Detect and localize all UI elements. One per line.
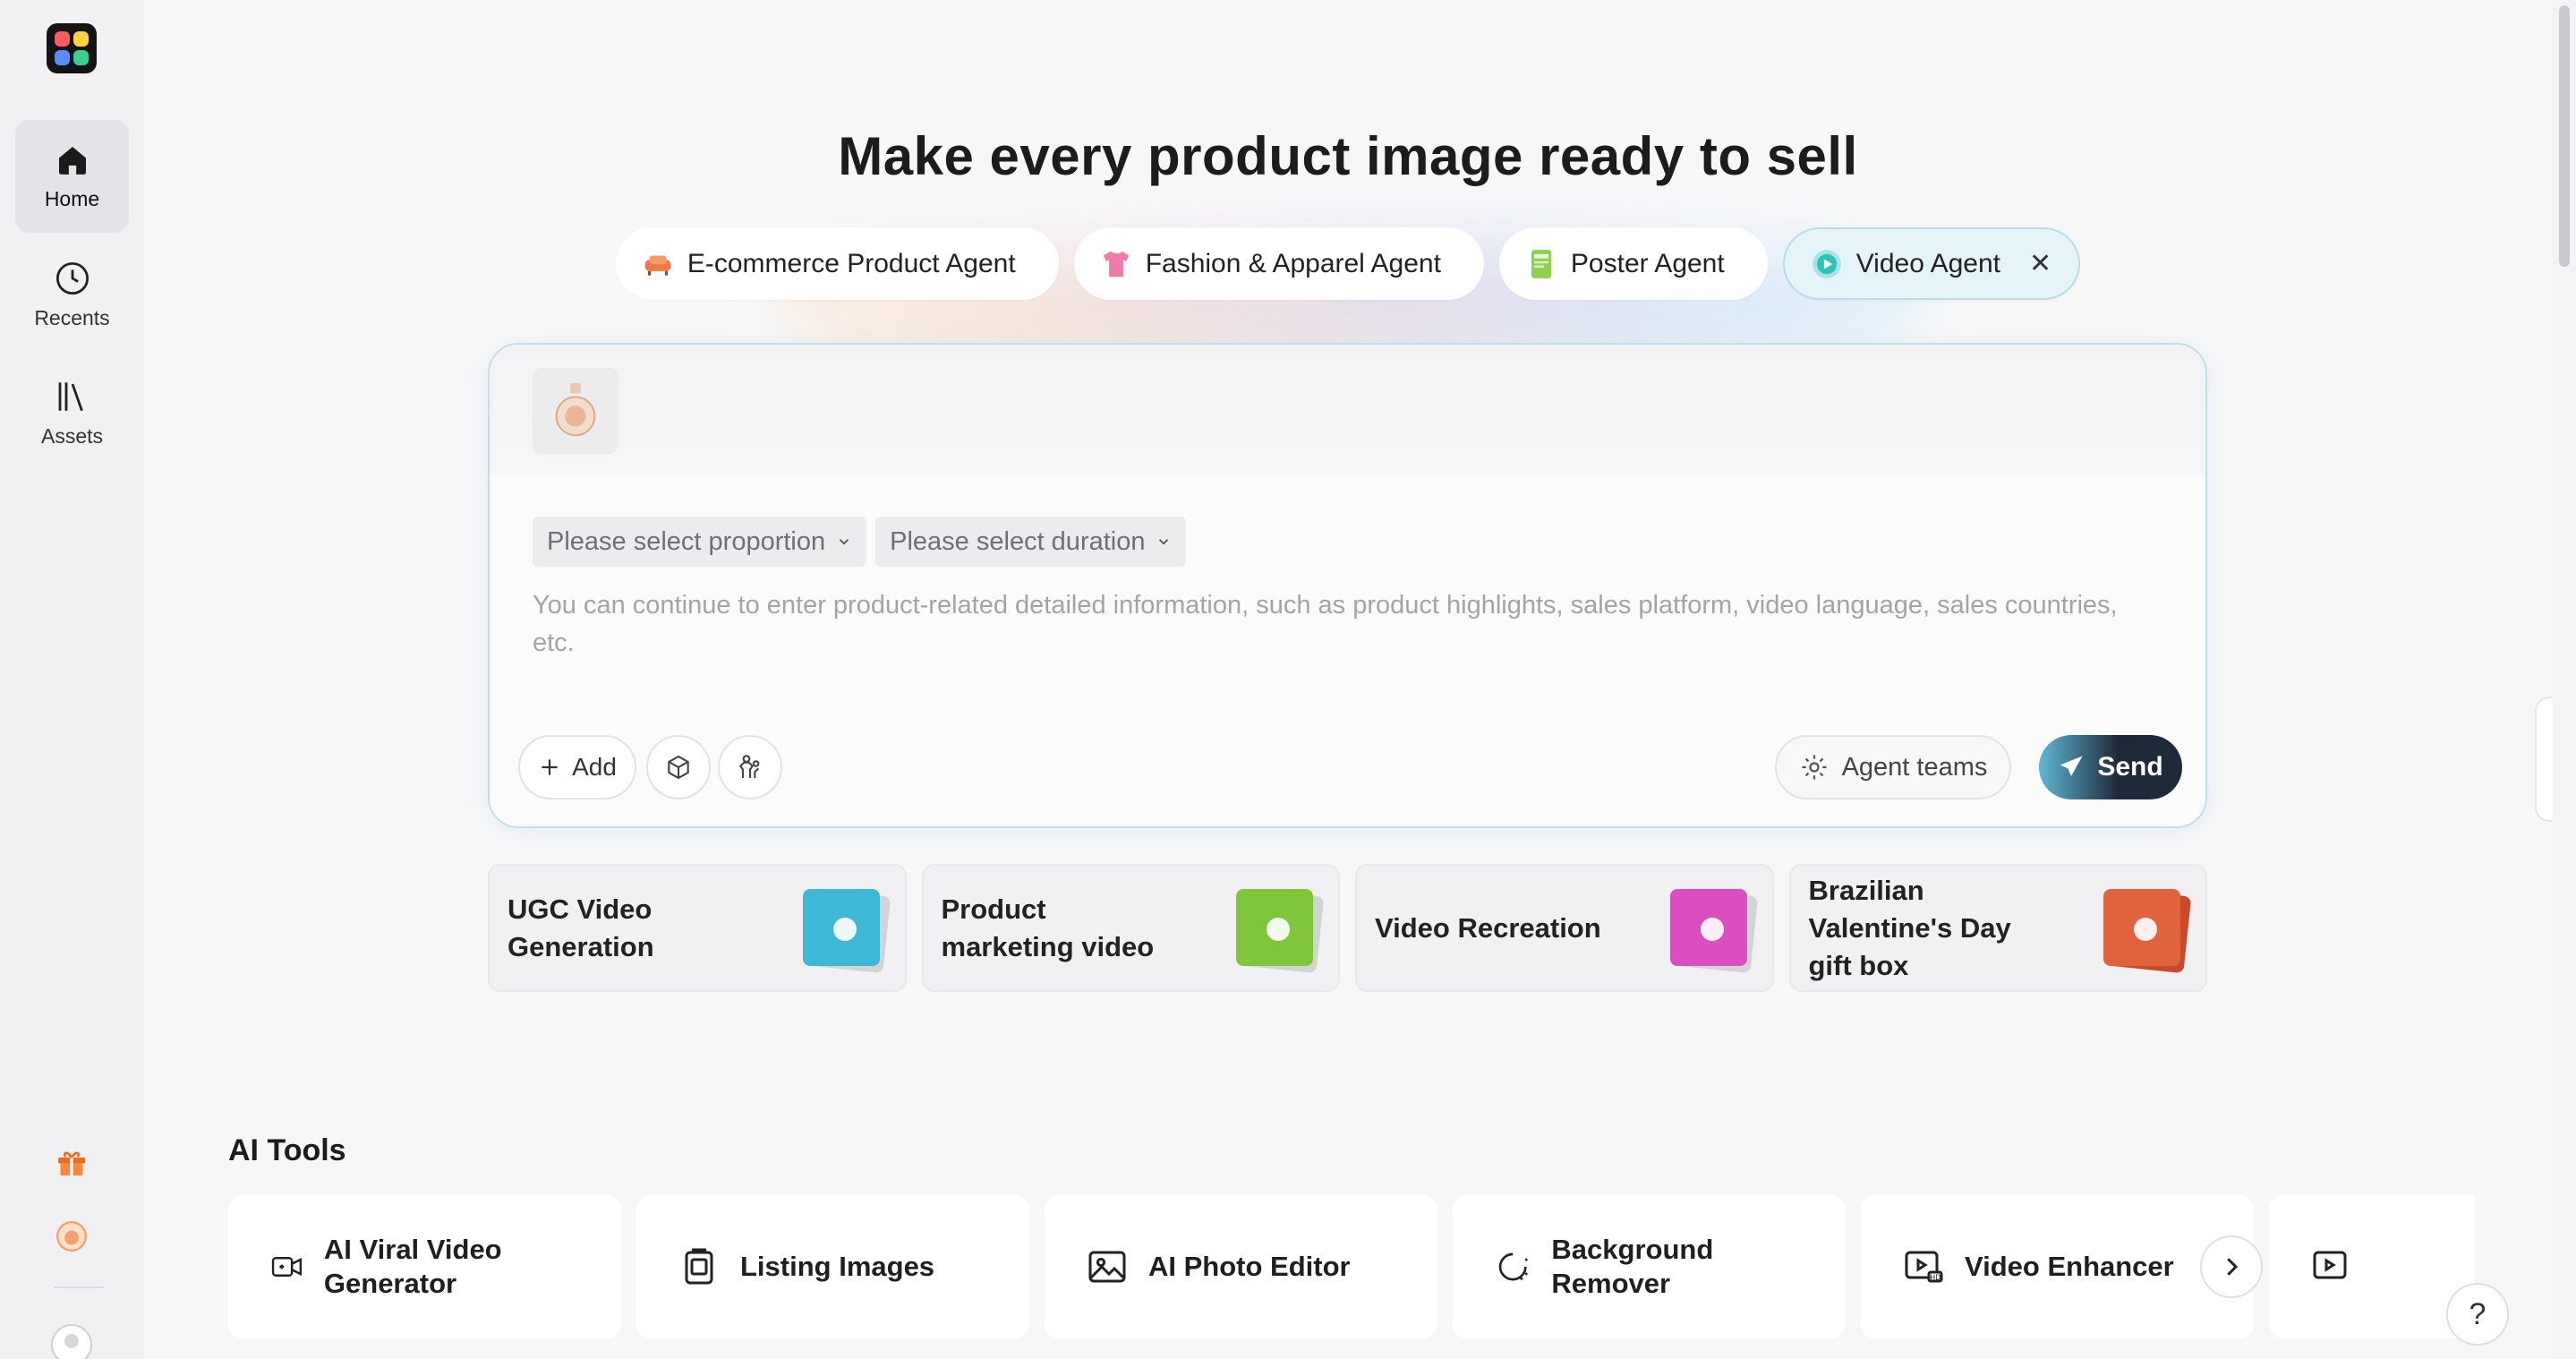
duration-select-label: Please select duration	[890, 526, 1146, 556]
agent-tab-poster[interactable]: Poster Agent	[1498, 227, 1768, 300]
tool-partial-next[interactable]	[2269, 1195, 2475, 1338]
template-card-title: Brazilian Valentine's Day gift box	[1808, 874, 2011, 981]
agent-tab-fashion[interactable]: Fashion & Apparel Agent	[1073, 227, 1484, 300]
template-cards: UGC Video Generation Product marketing v…	[488, 864, 2207, 992]
sidebar-divider	[54, 1286, 104, 1288]
video-play-icon	[1810, 247, 1844, 281]
template-card-ugc[interactable]: UGC Video Generation	[488, 864, 907, 992]
perfume-bottle-image	[555, 382, 596, 437]
video-camera-icon	[271, 1257, 303, 1277]
gift-button[interactable]	[0, 1144, 143, 1180]
svg-text:HD: HD	[1930, 1273, 1941, 1281]
tools-next-button[interactable]	[2200, 1235, 2263, 1298]
agent-tab-label: Video Agent	[1855, 248, 2000, 278]
agent-tab-ecommerce[interactable]: E-commerce Product Agent	[615, 227, 1059, 300]
agent-tab-video[interactable]: Video Agent ✕	[1782, 227, 2081, 300]
template-thumbnail	[1227, 888, 1325, 974]
duration-select[interactable]: Please select duration	[875, 517, 1187, 567]
proportion-select[interactable]: Please select proportion	[533, 517, 867, 567]
chevron-down-icon	[1159, 539, 1169, 545]
tool-video-enhancer[interactable]: HD Video Enhancer	[1861, 1195, 2254, 1338]
chevron-down-icon	[840, 539, 849, 545]
clock-icon	[55, 261, 89, 295]
template-card-video-recreation[interactable]: Video Recreation	[1355, 864, 1774, 992]
video-options: Please select proportion Please select d…	[533, 517, 1187, 567]
tool-label: Listing Images	[740, 1251, 935, 1282]
uploaded-product-thumbnail[interactable]	[533, 368, 618, 454]
agent-tab-label: Poster Agent	[1570, 248, 1725, 278]
main-content: Make every product image ready to sell E…	[143, 0, 2553, 1359]
template-thumbnail	[794, 888, 891, 974]
tool-ai-viral-video-generator[interactable]: AI Viral Video Generator	[228, 1195, 621, 1338]
gift-icon	[58, 1151, 85, 1175]
sidebar: Home Recents Assets	[0, 0, 143, 1359]
sidebar-item-home[interactable]: Home	[15, 120, 129, 233]
poster-icon	[1524, 247, 1558, 281]
agent-teams-button[interactable]: Agent teams	[1775, 735, 2011, 799]
credits-button[interactable]	[0, 1219, 143, 1253]
help-button[interactable]: ?	[2446, 1283, 2509, 1346]
avatar-model-button[interactable]	[718, 735, 782, 799]
photo-editor-icon	[1088, 1251, 1126, 1283]
tool-label: Background Remover	[1551, 1234, 1714, 1299]
page-title: Make every product image ready to sell	[838, 126, 1858, 186]
gear-icon	[1802, 755, 1827, 780]
template-card-valentines[interactable]: Brazilian Valentine's Day gift box	[1788, 864, 2207, 992]
template-card-title: Product marketing video	[941, 893, 1155, 962]
send-button-label: Send	[2097, 752, 2163, 782]
home-icon	[58, 146, 86, 175]
product-model-button[interactable]	[646, 735, 711, 799]
paper-plane-icon	[2060, 756, 2083, 776]
attachment-area	[490, 345, 2205, 475]
page-scrollbar[interactable]	[2553, 0, 2576, 1359]
ai-tools-heading: AI Tools	[228, 1133, 346, 1167]
template-thumbnail	[2094, 888, 2192, 974]
tool-label: AI Photo Editor	[1148, 1251, 1351, 1282]
close-icon[interactable]: ✕	[2029, 248, 2051, 279]
tool-listing-images[interactable]: Listing Images	[636, 1195, 1029, 1338]
library-icon	[58, 381, 83, 411]
cube-icon	[668, 755, 689, 780]
tool-label: AI Viral Video Generator	[323, 1234, 502, 1299]
listing-images-icon	[685, 1248, 713, 1285]
sidebar-item-label: Assets	[40, 423, 104, 448]
prompt-composer: Please select proportion Please select d…	[488, 343, 2207, 828]
video-enhancer-icon: HD	[1905, 1251, 1943, 1283]
ai-tools-row: AI Viral Video Generator Listing Images …	[228, 1195, 2475, 1338]
template-card-title: Video Recreation	[1375, 911, 1601, 944]
agent-tabs: E-commerce Product Agent Fashion & Appar…	[143, 227, 2553, 300]
sidebar-item-label: Recents	[34, 305, 110, 329]
tshirt-icon	[1099, 247, 1133, 281]
tool-ai-photo-editor[interactable]: AI Photo Editor	[1045, 1195, 1437, 1338]
prompt-input[interactable]: You can continue to enter product-relate…	[533, 586, 2162, 662]
plus-icon	[542, 759, 558, 775]
avatar[interactable]	[0, 1323, 143, 1359]
video-tool-icon	[2313, 1251, 2347, 1279]
coin-icon	[55, 1220, 88, 1252]
user-avatar-icon	[51, 1324, 92, 1359]
background-remover-icon	[1498, 1252, 1529, 1281]
sidebar-item-label: Home	[44, 186, 100, 210]
proportion-select-label: Please select proportion	[547, 526, 826, 556]
add-button[interactable]: Add	[518, 735, 636, 799]
template-card-product-marketing[interactable]: Product marketing video	[921, 864, 1340, 992]
agent-tab-label: E-commerce Product Agent	[687, 248, 1016, 278]
sofa-icon	[641, 247, 675, 281]
sidebar-item-recents[interactable]: Recents	[15, 238, 129, 351]
add-button-label: Add	[572, 753, 617, 781]
app-logo[interactable]	[47, 23, 97, 73]
template-card-title: UGC Video Generation	[508, 893, 654, 962]
template-thumbnail	[1661, 888, 1758, 974]
send-button[interactable]: Send	[2039, 735, 2182, 799]
agent-tab-label: Fashion & Apparel Agent	[1145, 248, 1441, 278]
tool-label: Video Enhancer	[1965, 1251, 2174, 1282]
people-icon	[738, 755, 760, 778]
app-root: Home Recents Assets Make every product i…	[0, 0, 2576, 1359]
scrollbar-thumb[interactable]	[2559, 5, 2570, 267]
agent-teams-label: Agent teams	[1841, 752, 1988, 782]
chevron-right-icon	[2227, 1258, 2239, 1276]
tool-background-remover[interactable]: Background Remover	[1453, 1195, 1846, 1338]
sidebar-item-assets[interactable]: Assets	[15, 356, 129, 469]
help-icon: ?	[2469, 1296, 2486, 1331]
